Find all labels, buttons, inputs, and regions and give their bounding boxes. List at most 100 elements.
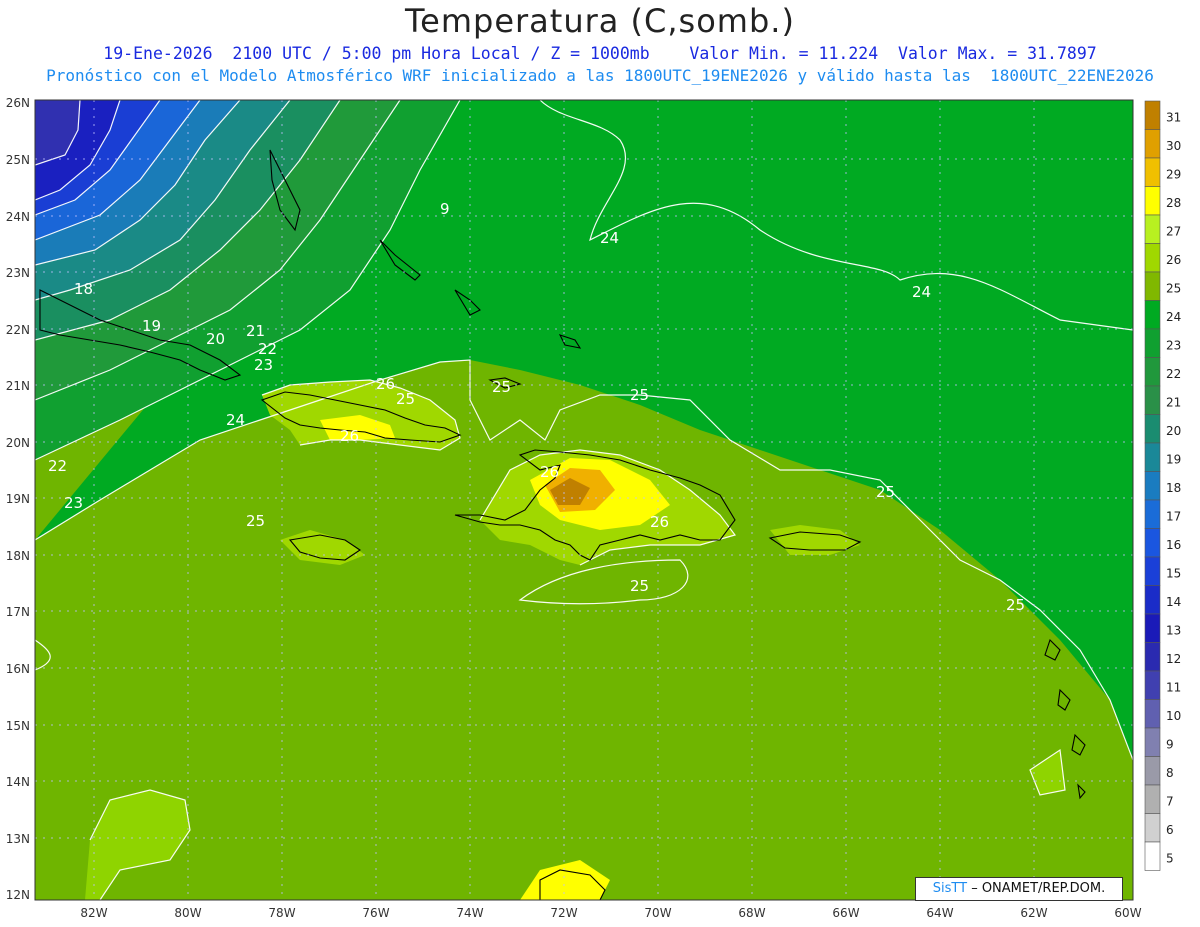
contour-label: 24 — [226, 411, 245, 429]
colorbar-label: 31 — [1166, 111, 1181, 125]
contour-label: 26 — [340, 427, 359, 445]
lat-label: 22N — [6, 323, 30, 337]
colorbar-swatch — [1144, 214, 1161, 244]
colorbar-swatch — [1144, 129, 1161, 159]
colorbar-label: 25 — [1166, 282, 1181, 296]
colorbar-swatch — [1144, 414, 1161, 444]
lat-label: 20N — [6, 436, 30, 450]
lon-label: 60W — [1114, 906, 1141, 920]
contour-label: 25 — [1006, 596, 1025, 614]
lat-label: 18N — [6, 549, 30, 563]
colorbar-swatch — [1144, 100, 1161, 130]
colorbar-label: 11 — [1166, 681, 1181, 695]
contour-label: 21 — [246, 322, 265, 340]
credit-text: – ONAMET/REP.DOM. — [967, 881, 1106, 896]
colorbar-label: 10 — [1166, 709, 1181, 723]
contour-label: 25 — [492, 378, 511, 396]
lat-label: 19N — [6, 492, 30, 506]
colorbar-swatch — [1144, 585, 1161, 615]
contour-label: 25 — [630, 386, 649, 404]
colorbar-label: 27 — [1166, 225, 1181, 239]
colorbar-swatch — [1144, 756, 1161, 786]
lon-label: 76W — [362, 906, 389, 920]
contour-label: 19 — [142, 317, 161, 335]
colorbar-swatch — [1144, 841, 1161, 871]
contour-label: 18 — [74, 280, 93, 298]
colorbar-label: 22 — [1166, 367, 1181, 381]
lon-label: 78W — [268, 906, 295, 920]
colorbar-swatch — [1144, 642, 1161, 672]
lat-label: 16N — [6, 662, 30, 676]
colorbar-label: 26 — [1166, 253, 1181, 267]
lat-label: 21N — [6, 379, 30, 393]
colorbar-swatch — [1144, 157, 1161, 187]
lat-label: 12N — [6, 888, 30, 902]
credit-box: SisTT – ONAMET/REP.DOM. — [915, 877, 1123, 901]
colorbar-label: 16 — [1166, 538, 1181, 552]
lat-label: 14N — [6, 775, 30, 789]
lon-label: 72W — [550, 906, 577, 920]
colorbar-swatch — [1144, 784, 1161, 814]
lat-label: 13N — [6, 832, 30, 846]
contour-label: 20 — [206, 330, 225, 348]
colorbar-swatch — [1144, 556, 1161, 586]
contour-label: 22 — [48, 457, 67, 475]
contour-label: 24 — [600, 229, 619, 247]
colorbar-swatch — [1144, 385, 1161, 415]
contour-label: 25 — [396, 390, 415, 408]
colorbar-swatch — [1144, 727, 1161, 757]
colorbar-swatch — [1144, 357, 1161, 387]
colorbar-label: 30 — [1166, 139, 1181, 153]
lon-label: 62W — [1020, 906, 1047, 920]
lon-label: 66W — [832, 906, 859, 920]
colorbar-swatch — [1144, 271, 1161, 301]
lat-label: 15N — [6, 719, 30, 733]
colorbar-swatch — [1144, 442, 1161, 472]
colorbar-label: 15 — [1166, 567, 1181, 581]
contour-label: 25 — [630, 577, 649, 595]
colorbar-label: 12 — [1166, 652, 1181, 666]
colorbar-swatch — [1144, 813, 1161, 843]
temperature-field: 24 24 18 19 20 21 22 23 24 22 23 26 25 2… — [35, 100, 1133, 900]
colorbar-label: 17 — [1166, 510, 1181, 524]
colorbar-label: 20 — [1166, 424, 1181, 438]
latitude-axis: 26N 25N 24N 23N 22N 21N 20N 19N 18N 17N … — [6, 96, 30, 902]
colorbar-swatch — [1144, 699, 1161, 729]
contour-label: 26 — [540, 463, 559, 481]
colorbar-swatch — [1144, 670, 1161, 700]
lon-label: 68W — [738, 906, 765, 920]
colorbar-label: 29 — [1166, 168, 1181, 182]
colorbar-label: 8 — [1166, 766, 1174, 780]
colorbar-label: 7 — [1166, 795, 1174, 809]
colorbar-label: 14 — [1166, 595, 1181, 609]
colorbar-swatch — [1144, 499, 1161, 529]
colorbar-label: 13 — [1166, 624, 1181, 638]
lon-label: 82W — [80, 906, 107, 920]
colorbar-label: 18 — [1166, 481, 1181, 495]
colorbar-swatch — [1144, 613, 1161, 643]
lon-label: 74W — [456, 906, 483, 920]
colorbar-label: 6 — [1166, 823, 1174, 837]
sispi-logo-text: SisTT — [932, 881, 968, 896]
contour-label: 26 — [650, 513, 669, 531]
lat-label: 24N — [6, 210, 30, 224]
lat-label: 23N — [6, 266, 30, 280]
contour-label: 23 — [64, 494, 83, 512]
lon-label: 64W — [926, 906, 953, 920]
colorbar-swatch — [1144, 300, 1161, 330]
longitude-axis: 82W 80W 78W 76W 74W 72W 70W 68W 66W 64W … — [80, 906, 1141, 920]
colorbar-swatch — [1144, 186, 1161, 216]
colorbar-label: 9 — [1166, 738, 1174, 752]
colorbar-label: 5 — [1166, 852, 1174, 866]
colorbar-swatch — [1144, 328, 1161, 358]
contour-label: 26 — [376, 375, 395, 393]
map-canvas: 24 24 18 19 20 21 22 23 24 22 23 26 25 2… — [6, 96, 1182, 920]
colorbar-label: 28 — [1166, 196, 1181, 210]
contour-label: 25 — [246, 512, 265, 530]
lat-label: 25N — [6, 153, 30, 167]
contour-label: 23 — [254, 356, 273, 374]
contour-label: 24 — [912, 283, 931, 301]
colorbar: 31 30 29 28 27 26 25 24 23 22 21 20 19 18 17 16 15 14 13 12… — [1144, 100, 1181, 871]
contour-label: 9 — [440, 200, 450, 218]
colorbar-label: 23 — [1166, 339, 1181, 353]
